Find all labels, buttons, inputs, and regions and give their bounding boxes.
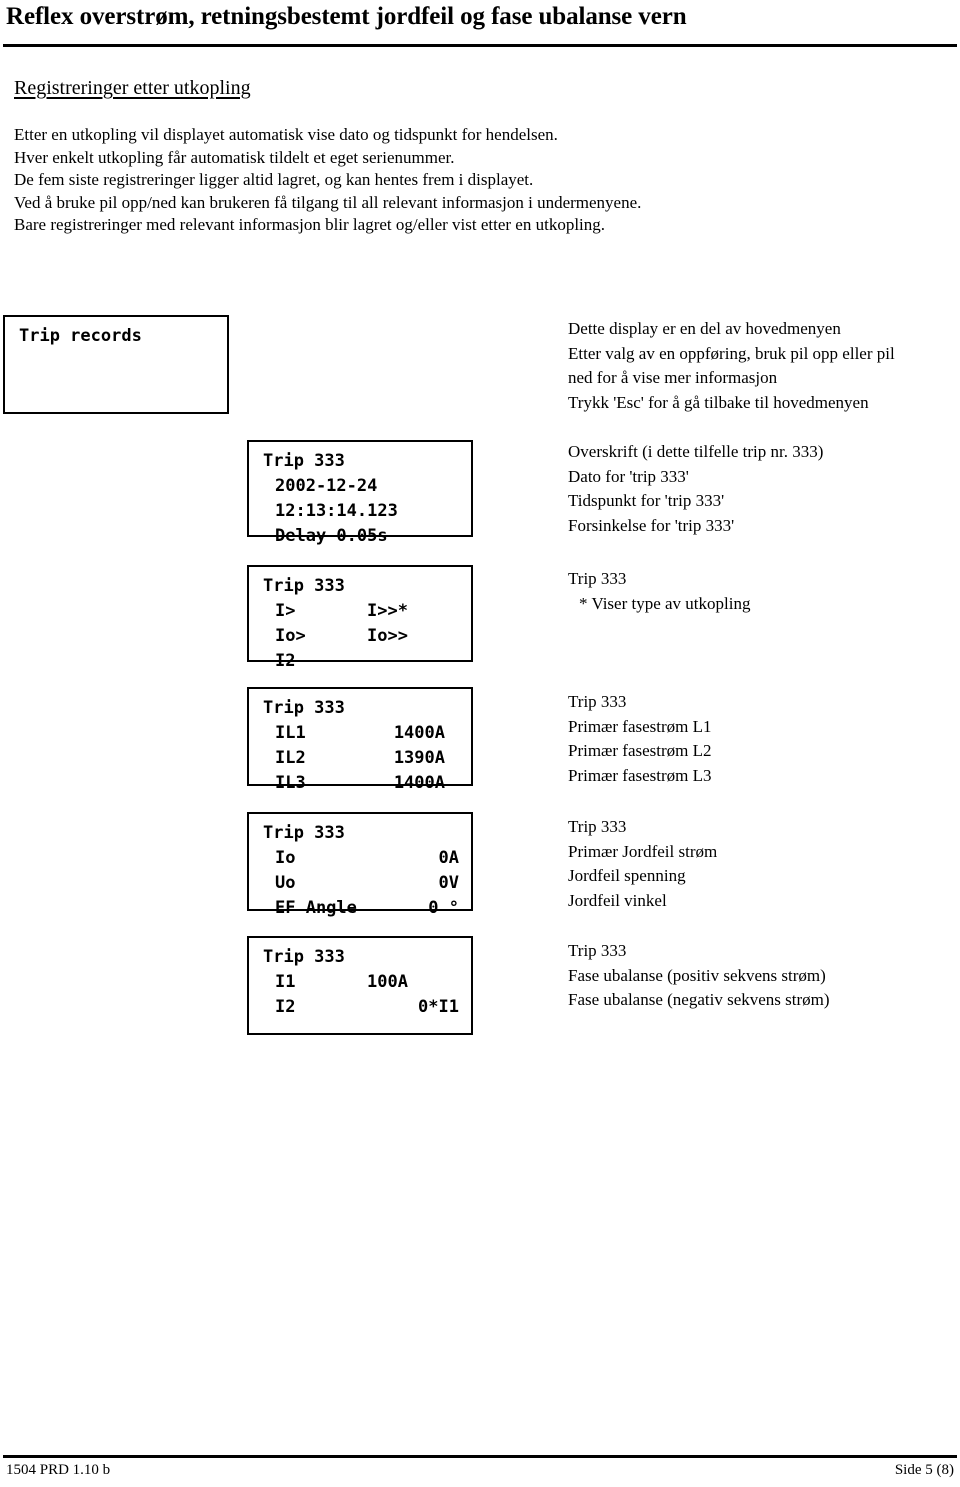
annotation-trip-type: Trip 333 * Viser type av utkopling — [568, 567, 750, 616]
lcd-row: 12:13:14.123 — [249, 499, 471, 524]
annotation-line: Etter valg av en oppføring, bruk pil opp… — [568, 343, 895, 363]
lcd-value: 1390A — [393, 748, 445, 768]
lcd-label: I> — [275, 601, 296, 621]
annotation-line: * Viser type av utkopling — [579, 593, 751, 613]
lcd-display-earth-fault: Trip 333 Io 0A Uo 0V EF Angle 0 ° — [247, 812, 473, 918]
lcd-row: Trip 333 — [249, 945, 471, 970]
annotation-line: Dato for 'trip 333' — [568, 466, 689, 486]
annotation-line: Trip 333 — [568, 941, 627, 960]
lcd-label: IL3 — [275, 773, 306, 793]
lcd-display-trip-records: Trip records — [3, 315, 229, 414]
lcd-row: IL2 1390A — [249, 746, 471, 771]
lcd-value: Io>> — [367, 626, 408, 646]
annotation-trip-records: Dette display er en del av hovedmenyen E… — [568, 317, 895, 415]
lcd-display-trip-type: Trip 333 I> I>>* Io> Io>> I2 — [247, 565, 473, 671]
lcd-label: 12:13:14.123 — [275, 501, 398, 521]
annotation-line: Fase ubalanse (negativ sekvens strøm) — [568, 990, 830, 1010]
lcd-row: Trip 333 — [249, 574, 471, 599]
lcd-display-phase-currents: Trip 333 IL1 1400A IL2 1390A IL3 1400A — [247, 687, 473, 793]
intro-line: Etter en utkopling vil displayet automat… — [14, 125, 558, 144]
annotation-line: ned for å vise mer informasjon — [568, 368, 778, 388]
annotation-line: Jordfeil vinkel — [568, 890, 667, 910]
lcd-value: 0V — [438, 873, 459, 893]
lcd-row — [249, 1020, 471, 1045]
annotation-line: Forsinkelse for 'trip 333' — [568, 515, 735, 535]
lcd-value: 1400A — [393, 723, 445, 743]
lcd-label: Trip 333 — [263, 576, 345, 596]
lcd-row: I2 — [249, 649, 471, 674]
page-title: Reflex overstrøm, retningsbestemt jordfe… — [6, 3, 687, 30]
lcd-row: Io 0A — [249, 846, 471, 871]
annotation-line: Dette display er en del av hovedmenyen — [568, 319, 841, 338]
lcd-value: 1400A — [393, 773, 445, 793]
annotation-earth-fault: Trip 333 Primær Jordfeil strøm Jordfeil … — [568, 815, 717, 913]
footer-document-code: 1504 PRD 1.10 b — [6, 1462, 111, 1478]
lcd-label: I1 — [275, 972, 296, 992]
annotation-line: Jordfeil spenning — [568, 866, 686, 886]
annotation-sequence-currents: Trip 333 Fase ubalanse (positiv sekvens … — [568, 939, 830, 1013]
lcd-label: Trip 333 — [263, 947, 345, 967]
lcd-value: 0 ° — [428, 898, 459, 918]
lcd-row: I> I>>* — [249, 599, 471, 624]
lcd-row: Io> Io>> — [249, 624, 471, 649]
lcd-row: Trip 333 — [249, 696, 471, 721]
intro-line: Hver enkelt utkopling får automatisk til… — [14, 147, 455, 167]
annotation-line: Trip 333 — [568, 692, 627, 711]
intro-line: De fem siste registreringer ligger altid… — [14, 170, 534, 190]
lcd-row: I2 0*I1 — [249, 995, 471, 1020]
lcd-value: 0A — [438, 848, 459, 868]
lcd-row: Trip 333 — [249, 821, 471, 846]
intro-line: Bare registreringer med relevant informa… — [14, 215, 606, 235]
annotation-line: Trip 333 — [568, 817, 627, 836]
annotation-line: Tidspunkt for 'trip 333' — [568, 491, 725, 511]
lcd-label: Io> — [275, 626, 306, 646]
lcd-display-sequence-currents: Trip 333 I1 100A I2 0*I1 — [247, 936, 473, 1035]
lcd-row: 2002-12-24 — [249, 474, 471, 499]
footer-divider — [3, 1455, 957, 1458]
footer-page-number: Side 5 (8) — [894, 1462, 954, 1478]
annotation-line: Overskrift (i dette tilfelle trip nr. 33… — [568, 442, 824, 461]
annotation-line: Trykk 'Esc' for å gå tilbake til hovedme… — [568, 392, 869, 412]
annotation-datetime: Overskrift (i dette tilfelle trip nr. 33… — [568, 440, 823, 538]
annotation-line: Trip 333 — [568, 569, 627, 588]
lcd-label: Trip 333 — [263, 823, 345, 843]
lcd-label: IL1 — [275, 723, 306, 743]
annotation-phase-currents: Trip 333 Primær fasestrøm L1 Primær fase… — [568, 690, 712, 788]
lcd-label: I2 — [275, 997, 296, 1017]
section-heading: Registreringer etter utkopling — [14, 77, 251, 99]
annotation-line: Primær fasestrøm L1 — [568, 716, 712, 736]
intro-paragraph: Etter en utkopling vil displayet automat… — [14, 124, 714, 237]
annotation-line: Primær Jordfeil strøm — [568, 841, 718, 861]
lcd-row — [5, 374, 227, 399]
lcd-row: I1 100A — [249, 970, 471, 995]
lcd-row: Uo 0V — [249, 871, 471, 896]
lcd-row: EF Angle 0 ° — [249, 896, 471, 921]
lcd-label: IL2 — [275, 748, 306, 768]
lcd-label: Io — [275, 848, 296, 868]
lcd-label: Delay 0.05s — [275, 526, 388, 546]
lcd-label: Trip 333 — [263, 451, 345, 471]
lcd-label: Uo — [275, 873, 296, 893]
lcd-label: Trip 333 — [263, 698, 345, 718]
lcd-value: 0*I1 — [418, 997, 459, 1017]
lcd-label: 2002-12-24 — [275, 476, 378, 496]
lcd-label: EF Angle — [275, 898, 357, 918]
intro-line: Ved å bruke pil opp/ned kan brukeren få … — [14, 192, 642, 212]
lcd-display-datetime: Trip 333 2002-12-24 12:13:14.123 Delay 0… — [247, 440, 473, 546]
annotation-line: Primær fasestrøm L3 — [568, 765, 712, 785]
lcd-row: IL3 1400A — [249, 771, 471, 796]
lcd-row: Trip 333 — [249, 449, 471, 474]
lcd-label: I2 — [275, 651, 296, 671]
lcd-value: I>>* — [367, 601, 408, 621]
annotation-line: Fase ubalanse (positiv sekvens strøm) — [568, 965, 826, 985]
header-divider — [3, 44, 957, 47]
lcd-value: 100A — [367, 972, 408, 992]
lcd-label: Trip records — [19, 326, 142, 346]
lcd-row — [5, 349, 227, 374]
lcd-row: IL1 1400A — [249, 721, 471, 746]
annotation-line: Primær fasestrøm L2 — [568, 741, 712, 761]
lcd-row: Trip records — [5, 324, 227, 349]
lcd-row: Delay 0.05s — [249, 524, 471, 549]
